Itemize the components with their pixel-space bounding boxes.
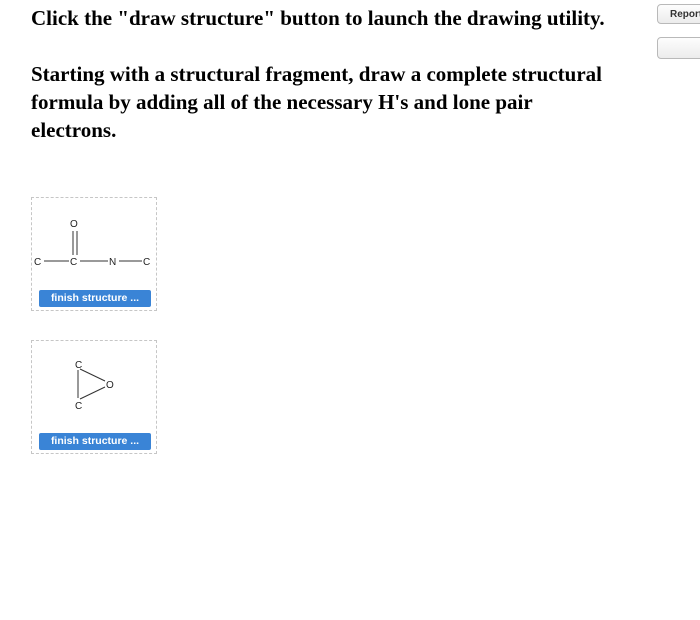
bond-c2-o bbox=[79, 386, 106, 400]
report-button[interactable]: Report bbox=[657, 4, 700, 24]
secondary-button[interactable] bbox=[657, 37, 700, 59]
atom-o: O bbox=[70, 219, 78, 230]
structure-drawing-area-2[interactable]: C C O finish structure ... bbox=[31, 340, 157, 454]
instructions: Click the "draw structure" button to lau… bbox=[31, 4, 606, 144]
bond-c1-o bbox=[79, 368, 106, 382]
atom-c2: C bbox=[75, 401, 82, 412]
structure-drawing-area-1[interactable]: C C O N C finish structure ... bbox=[31, 197, 157, 311]
atom-c1: C bbox=[75, 360, 82, 371]
finish-structure-button-1[interactable]: finish structure ... bbox=[39, 290, 151, 307]
atom-c1: C bbox=[34, 257, 41, 268]
finish-structure-button-2[interactable]: finish structure ... bbox=[39, 433, 151, 450]
atom-c2: C bbox=[70, 257, 77, 268]
instruction-launch: Click the "draw structure" button to lau… bbox=[31, 6, 605, 30]
structure-2-molecule: C C O bbox=[75, 360, 114, 412]
structure-1-molecule: C C O N C bbox=[34, 219, 150, 268]
instruction-task: Starting with a structural fragment, dra… bbox=[31, 62, 602, 142]
atom-c3: C bbox=[143, 257, 150, 268]
atom-n: N bbox=[109, 257, 116, 268]
atom-o: O bbox=[106, 380, 114, 391]
